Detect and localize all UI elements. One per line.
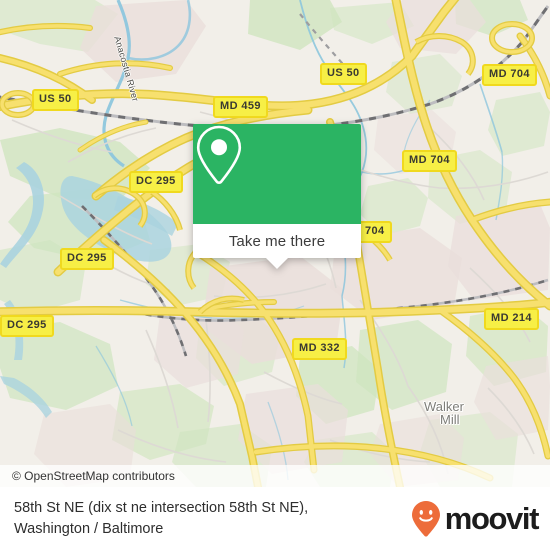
osm-attribution-text[interactable]: © OpenStreetMap contributors	[12, 469, 175, 483]
moovit-brand-logo[interactable]: moovit	[411, 500, 540, 538]
road-shield-dc-295-mid: DC 295	[60, 248, 114, 270]
map-canvas[interactable]: US 50 US 50 MD 704 MD 459 MD 704 704 DC 295 DC …	[0, 0, 550, 487]
moovit-smiley-pin-icon	[411, 500, 440, 537]
station-popup-card[interactable]: Take me there	[193, 124, 361, 269]
road-shield-us-50-north: US 50	[320, 63, 367, 85]
moovit-wordmark: moovit	[444, 501, 540, 536]
station-caption: 58th St NE (dix st ne intersection 58th …	[14, 498, 308, 540]
place-label-walker-mill-line2: Mill	[440, 412, 460, 427]
moovit-station-map-screenshot: US 50 US 50 MD 704 MD 459 MD 704 704 DC 295 DC …	[0, 0, 550, 550]
popup-header	[193, 124, 361, 224]
road-shield-md-704-topright: MD 704	[482, 64, 537, 86]
take-me-there-button[interactable]: Take me there	[229, 233, 325, 250]
caption-line-2: Washington / Baltimore	[14, 520, 164, 537]
road-shield-md-214: MD 214	[484, 308, 539, 330]
road-shield-us-50-west: US 50	[32, 89, 79, 111]
road-shield-md-704-clipped: 704	[358, 221, 392, 243]
map-attribution-bar: © OpenStreetMap contributors	[0, 465, 550, 487]
road-shield-dc-295-lower: DC 295	[0, 315, 54, 337]
map-pin-icon	[196, 125, 242, 185]
popup-tail-pointer	[266, 258, 288, 269]
road-shield-dc-295-upper: DC 295	[129, 171, 183, 193]
road-shield-md-332: MD 332	[292, 338, 347, 360]
road-shield-md-704-mid: MD 704	[402, 150, 457, 172]
caption-line-1: 58th St NE (dix st ne intersection 58th …	[14, 499, 309, 516]
footer-bar: 58th St NE (dix st ne intersection 58th …	[0, 487, 550, 550]
road-shield-md-459: MD 459	[213, 96, 268, 118]
popup-footer[interactable]: Take me there	[193, 224, 361, 258]
